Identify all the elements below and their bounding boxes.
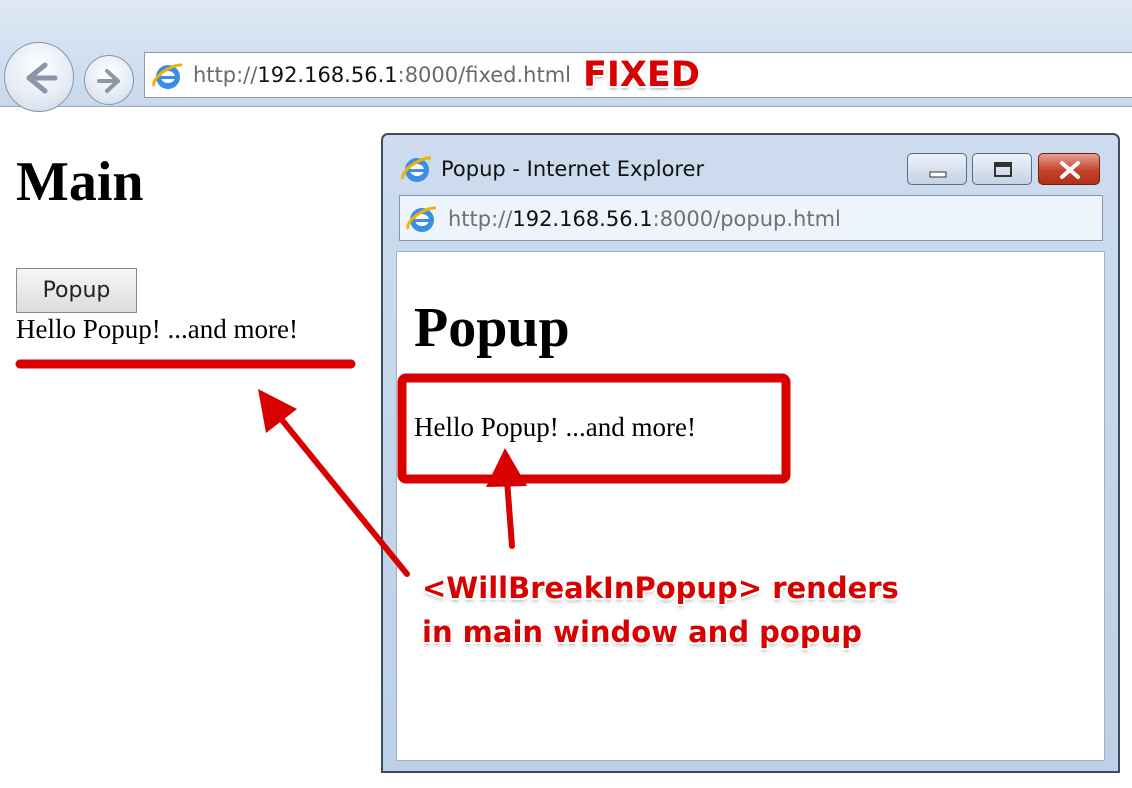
callout-line-1: <WillBreakInPopup> renders [422, 571, 899, 605]
arrow-to-main-text [258, 389, 410, 577]
arrow-to-popup-text [486, 448, 527, 549]
highlight-box-annotation [397, 373, 791, 484]
annotation-overlay [15, 359, 791, 577]
callout-annotation: <WillBreakInPopup> renders in main windo… [422, 566, 942, 654]
callout-line-2: in main window and popup [422, 615, 863, 649]
